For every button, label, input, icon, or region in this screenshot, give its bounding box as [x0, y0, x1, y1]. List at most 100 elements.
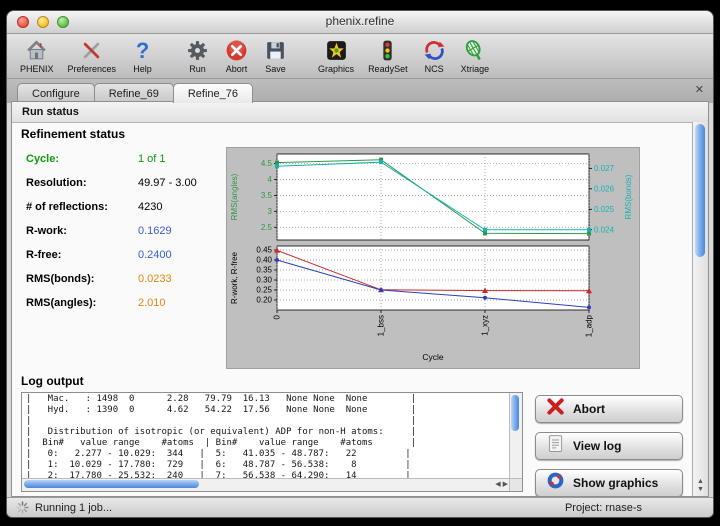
- stat-row-r-work: R-work:0.1629: [26, 219, 226, 243]
- stat-label: R-work:: [26, 225, 138, 237]
- stat-value: 0.1629: [138, 225, 172, 237]
- svg-text:0.025: 0.025: [594, 205, 615, 214]
- svg-text:3.5: 3.5: [261, 191, 273, 200]
- toolbar-label: PHENIX: [20, 64, 54, 74]
- window-title: phenix.refine: [7, 11, 713, 32]
- scroll-arrows-icon[interactable]: ▲▼: [693, 478, 708, 494]
- status-bar: Running 1 job... Project: rnase-s: [7, 497, 713, 517]
- toolbar-label: Abort: [226, 64, 248, 74]
- zoom-window-button[interactable]: [57, 16, 69, 28]
- stat-value: 1 of 1: [138, 153, 166, 165]
- toolbar-label: Run: [189, 64, 206, 74]
- tab-configure[interactable]: Configure: [17, 83, 95, 103]
- svg-text:0.20: 0.20: [256, 296, 272, 305]
- ncs-arrows-icon: [422, 38, 447, 63]
- toolbar-label: Help: [133, 64, 152, 74]
- svg-text:2.5: 2.5: [261, 223, 273, 232]
- toolbar-button-graphics[interactable]: Graphics: [311, 37, 361, 75]
- svg-text:0: 0: [273, 314, 282, 319]
- refinement-chart: 2.533.544.50.0240.0250.0260.027RMS(bonds…: [226, 147, 640, 369]
- minimize-window-button[interactable]: [37, 16, 49, 28]
- svg-text:0.026: 0.026: [594, 184, 615, 193]
- view-log-document-icon: [545, 433, 566, 459]
- log-horizontal-scrollbar[interactable]: ◀ ▶: [22, 478, 510, 491]
- toolbar-label: Graphics: [318, 64, 354, 74]
- svg-text:1_bss: 1_bss: [377, 315, 386, 336]
- svg-text:0.25: 0.25: [256, 286, 272, 295]
- run-gear-icon: [185, 38, 210, 63]
- svg-text:0.027: 0.027: [594, 164, 615, 173]
- scroll-arrows-icon[interactable]: ◀ ▶: [495, 479, 508, 491]
- toolbar-button-ncs[interactable]: NCS: [415, 37, 454, 75]
- toolbar: PHENIX Preferences ? Help Run Abort Save…: [7, 34, 713, 79]
- stat-value: 0.0233: [138, 273, 172, 285]
- stat-label: RMS(angles):: [26, 297, 138, 309]
- svg-text:3: 3: [268, 207, 273, 216]
- progress-spinner-icon: [16, 501, 29, 514]
- svg-text:RMS(angles): RMS(angles): [230, 173, 239, 220]
- svg-text:1_xyz: 1_xyz: [481, 315, 490, 336]
- svg-text:0.30: 0.30: [256, 276, 272, 285]
- toolbar-label: Preferences: [68, 64, 117, 74]
- log-horizontal-scroll-thumb[interactable]: [24, 480, 199, 488]
- toolbar-button-help[interactable]: ? Help: [123, 37, 162, 75]
- readyset-traffic-light-icon: [375, 38, 400, 63]
- tab-close-icon[interactable]: ✕: [695, 84, 704, 96]
- save-floppy-icon: [263, 38, 288, 63]
- traffic-lights: [17, 16, 69, 28]
- log-output-box[interactable]: | Mac. : 1498 0 2.28 79.79 16.13 None No…: [21, 392, 523, 492]
- stat-label: R-free:: [26, 249, 138, 261]
- refinement-stats: Cycle:1 of 1 Resolution:49.97 - 3.00 # o…: [18, 143, 226, 369]
- preferences-tools-icon: [79, 38, 104, 63]
- phenix-home-icon: [24, 38, 49, 63]
- graphics-starburst-icon: [324, 38, 349, 63]
- tab-run-status[interactable]: Run status: [12, 102, 708, 123]
- stat-value: 4230: [138, 201, 162, 213]
- toolbar-button-save[interactable]: Save: [256, 37, 295, 75]
- toolbar-button-run[interactable]: Run: [178, 37, 217, 75]
- abort-x-icon: [545, 396, 566, 422]
- log-vertical-scroll-thumb[interactable]: [511, 395, 519, 431]
- svg-text:0.35: 0.35: [256, 266, 272, 275]
- stat-value: 49.97 - 3.00: [138, 177, 197, 189]
- log-output-heading: Log output: [21, 374, 693, 388]
- show-graphics-button[interactable]: Show graphics: [535, 469, 683, 496]
- toolbar-button-abort[interactable]: Abort: [217, 37, 256, 75]
- action-buttons: Abort View log Show graphics: [535, 392, 685, 496]
- stat-value: 0.2400: [138, 249, 172, 261]
- toolbar-button-xtriage[interactable]: Xtriage: [454, 37, 497, 75]
- refinement-status-heading: Refinement status: [21, 127, 693, 141]
- view-log-button[interactable]: View log: [535, 432, 683, 460]
- svg-text:4: 4: [268, 175, 273, 184]
- stat-label: # of reflections:: [26, 201, 138, 213]
- toolbar-button-preferences[interactable]: Preferences: [61, 37, 124, 75]
- toolbar-button-readyset[interactable]: ReadySet: [361, 37, 415, 75]
- toolbar-label: Save: [265, 64, 286, 74]
- stat-row-resolution: Resolution:49.97 - 3.00: [26, 171, 226, 195]
- toolbar-label: ReadySet: [368, 64, 408, 74]
- refinement-status-panel: Cycle:1 of 1 Resolution:49.97 - 3.00 # o…: [12, 143, 693, 369]
- main-vertical-scroll-thumb[interactable]: [695, 124, 705, 257]
- svg-text:RMS(bonds): RMS(bonds): [624, 174, 633, 219]
- stat-row-rms-angles: RMS(angles):2.010: [26, 291, 226, 315]
- stat-value: 2.010: [138, 297, 166, 309]
- stat-row-cycle: Cycle:1 of 1: [26, 147, 226, 171]
- abort-button[interactable]: Abort: [535, 395, 683, 423]
- svg-text:1_adp: 1_adp: [585, 314, 594, 337]
- stat-row-rms-bonds: RMS(bonds):0.0233: [26, 267, 226, 291]
- tab-refine-69[interactable]: Refine_69: [94, 83, 174, 103]
- stat-label: Resolution:: [26, 177, 138, 189]
- stat-row-reflections: # of reflections:4230: [26, 195, 226, 219]
- log-vertical-scrollbar[interactable]: [509, 393, 522, 479]
- svg-text:R-work, R-free: R-work, R-free: [230, 251, 239, 304]
- show-graphics-icon: [545, 470, 566, 496]
- svg-text:0.024: 0.024: [594, 225, 615, 234]
- scrollbar-corner: [509, 478, 522, 491]
- help-question-icon: ?: [130, 38, 155, 63]
- main-vertical-scrollbar[interactable]: ▲▼: [692, 122, 708, 496]
- close-window-button[interactable]: [17, 16, 29, 28]
- toolbar-button-phenix[interactable]: PHENIX: [13, 37, 61, 75]
- titlebar[interactable]: phenix.refine: [7, 11, 713, 34]
- notebook-page: Run status Refinement status Cycle:1 of …: [11, 101, 709, 497]
- tab-refine-76[interactable]: Refine_76: [173, 83, 253, 103]
